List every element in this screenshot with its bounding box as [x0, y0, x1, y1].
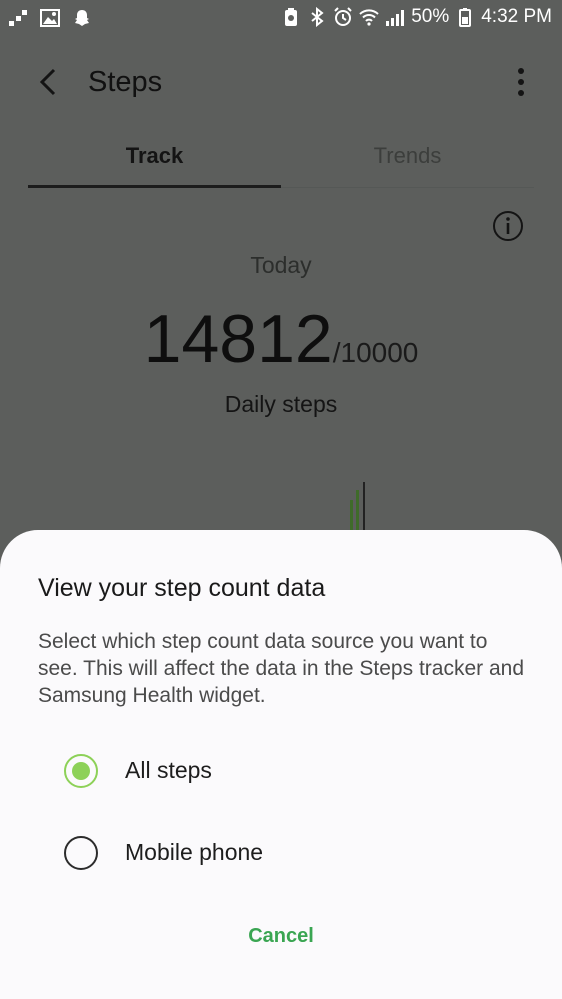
bottom-sheet-dialog: View your step count data Select which s…: [0, 530, 562, 999]
snapchat-icon: [75, 10, 89, 26]
signal-dots-icon: [9, 10, 27, 26]
option-label: All steps: [125, 757, 212, 783]
daily-steps-label: Daily steps: [224, 391, 338, 417]
steps-count-row: 14812/10000: [0, 300, 562, 378]
status-bar: 50% 4:32 PM: [0, 0, 562, 36]
steps-count: 14812: [143, 301, 333, 377]
battery-saver-icon: [285, 8, 298, 26]
option-label: Mobile phone: [125, 839, 264, 865]
image-icon: [40, 9, 60, 27]
radio-selected-icon[interactable]: [64, 754, 98, 788]
tab-trends[interactable]: Trends: [281, 130, 534, 186]
back-arrow-icon[interactable]: [30, 62, 70, 102]
radio-unselected-icon[interactable]: [64, 836, 98, 870]
app-bar: Steps: [0, 50, 562, 114]
status-left-icons: [8, 8, 92, 28]
bluetooth-icon: [311, 7, 324, 27]
alarm-icon: [334, 7, 352, 26]
dialog-description: Select which step count data source you …: [38, 630, 524, 707]
status-time: 4:32 PM: [481, 6, 552, 27]
info-icon[interactable]: [492, 210, 524, 242]
wifi-icon: [359, 9, 379, 26]
battery-percent: 50%: [411, 6, 450, 27]
option-all-steps[interactable]: All steps: [60, 743, 500, 799]
battery-icon: [459, 8, 472, 27]
tab-track[interactable]: Track: [28, 130, 281, 186]
cancel-button[interactable]: Cancel: [0, 925, 562, 948]
status-right-icons: 50% 4:32 PM: [281, 6, 552, 28]
page-title: Steps: [88, 66, 163, 98]
more-options-icon[interactable]: [514, 66, 528, 98]
option-mobile-phone[interactable]: Mobile phone: [60, 825, 500, 881]
tab-indicator: [28, 185, 281, 188]
steps-goal: /10000: [332, 337, 419, 368]
tab-bar: Track Trends: [28, 130, 534, 188]
cell-signal-icon: [386, 10, 405, 26]
dialog-title: View your step count data: [38, 574, 326, 602]
period-label: Today: [250, 252, 312, 278]
